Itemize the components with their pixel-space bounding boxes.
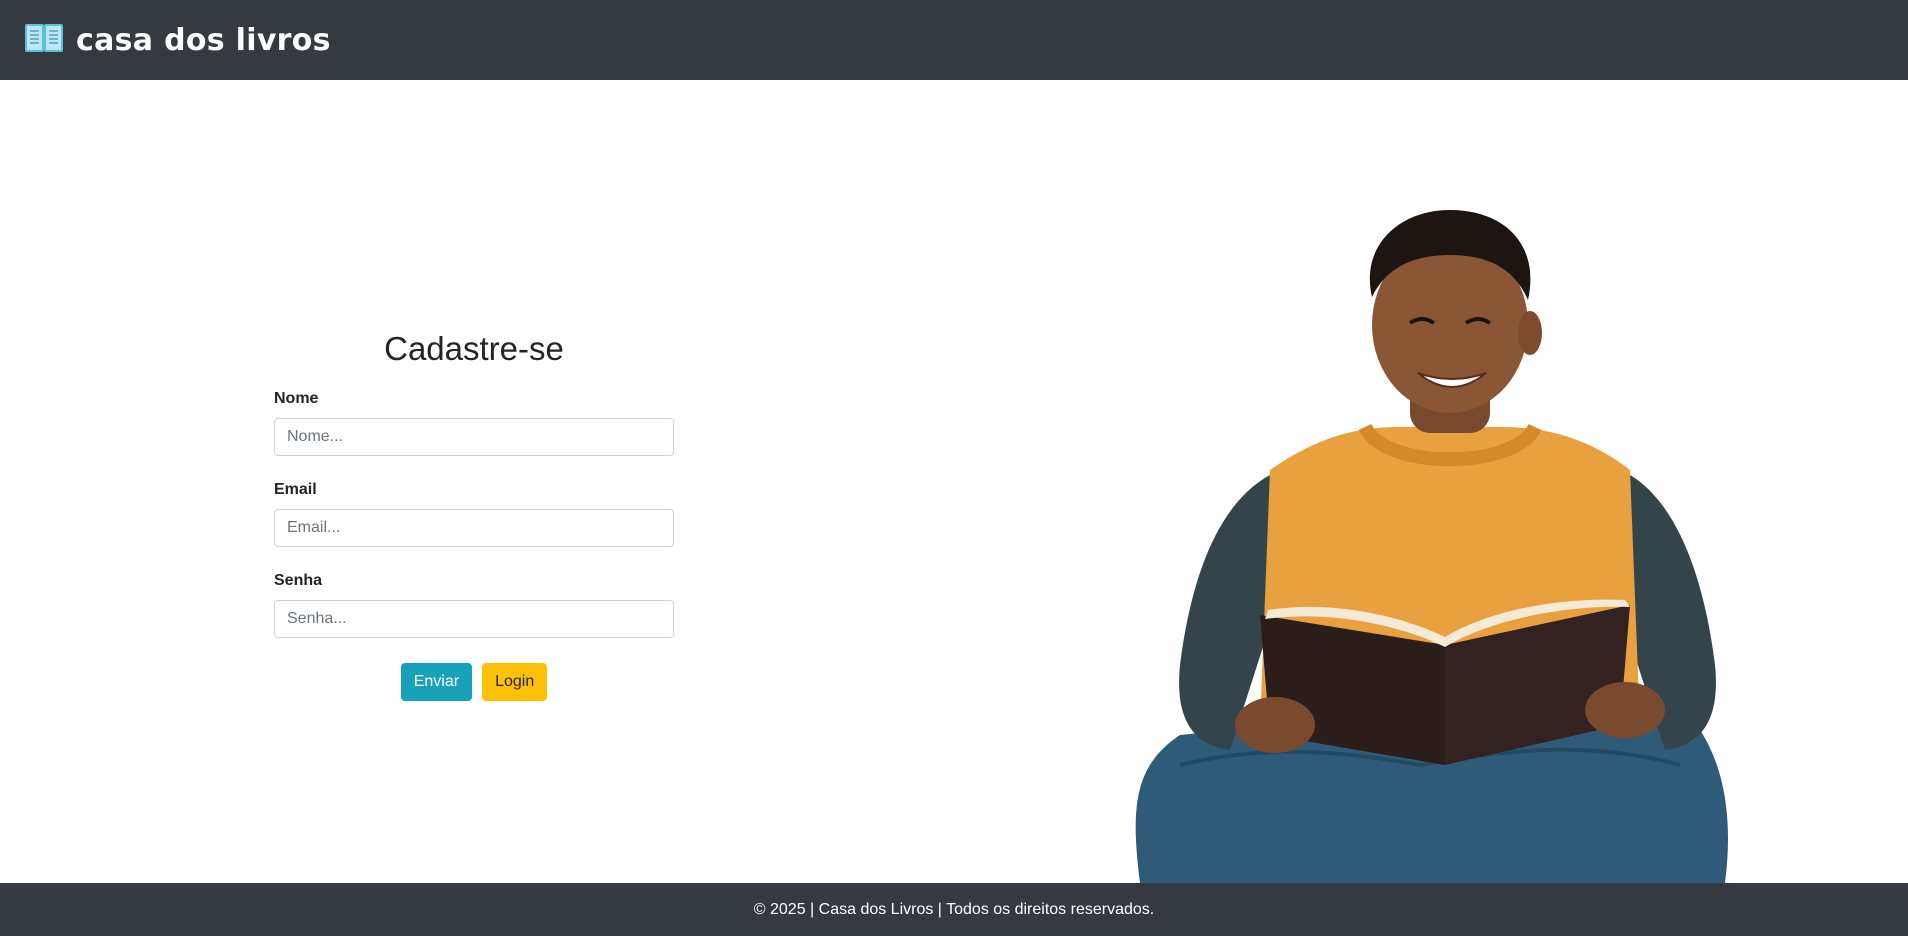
password-label: Senha	[274, 572, 323, 589]
brand-link[interactable]: casa dos livros	[24, 22, 331, 59]
name-label: Nome	[274, 390, 319, 407]
form-buttons: Enviar Login	[274, 663, 674, 701]
hero-image	[1120, 205, 1740, 883]
email-input[interactable]	[274, 509, 674, 547]
reader-illustration	[1135, 210, 1728, 883]
brand-name: casa dos livros	[76, 22, 331, 58]
top-navbar: casa dos livros	[0, 0, 1908, 80]
send-button[interactable]: Enviar	[400, 663, 473, 701]
page-footer: © 2025 | Casa dos Livros | Todos os dire…	[0, 883, 1908, 936]
footer-copyright: © 2025 | Casa dos Livros | Todos os dire…	[753, 900, 1155, 918]
email-label: Email	[274, 481, 317, 498]
form-title: Cadastre-se	[384, 330, 564, 367]
signup-form: Cadastre-se Nome Email Senha Enviar Logi…	[274, 330, 674, 701]
name-input[interactable]	[274, 418, 674, 456]
password-input[interactable]	[274, 600, 674, 638]
open-book-icon	[24, 22, 76, 59]
login-button[interactable]: Login	[482, 663, 548, 701]
